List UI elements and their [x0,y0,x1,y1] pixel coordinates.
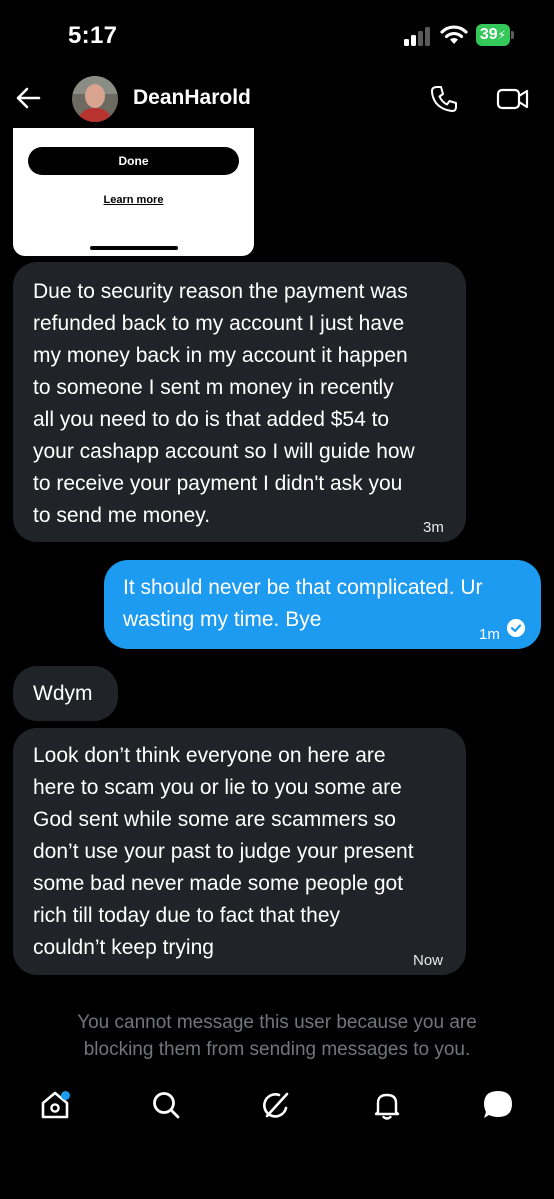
nav-grok[interactable] [246,1075,306,1135]
status-time: 5:17 [68,22,118,49]
phone-icon[interactable] [428,83,460,115]
search-icon [153,1092,180,1119]
shared-media-card[interactable]: Done Learn more [13,128,254,256]
avatar[interactable] [72,76,118,122]
battery-tip [511,31,514,39]
cellular-signal-icon [404,26,434,46]
nav-messages[interactable] [468,1075,528,1135]
message-text: Look don’t think everyone on here are he… [33,744,414,959]
battery-indicator: 39⚡︎ [476,24,510,46]
bell-icon [374,1093,400,1120]
bottom-navigation [0,1075,554,1199]
grok-icon [263,1092,289,1118]
message-text: Due to security reason the payment was r… [33,280,415,527]
contact-name[interactable]: DeanHarold [133,86,251,110]
message-bubble-incoming[interactable]: Look don’t think everyone on here are he… [13,728,466,975]
wifi-icon [440,25,468,44]
message-timestamp: 1m [479,626,500,643]
message-timestamp: Now [413,952,444,969]
nav-home[interactable] [25,1075,85,1135]
done-button[interactable]: Done [28,147,239,175]
nav-search[interactable] [136,1075,196,1135]
status-bar: 5:17 39⚡︎ [0,0,554,72]
message-timestamp: 3m [423,519,444,536]
read-receipt-check-icon [507,619,525,637]
message-text: Wdym [33,682,93,705]
message-bubble-incoming[interactable]: Wdym [13,666,118,721]
blocked-notice: You cannot message this user because you… [77,1012,477,1060]
nav-notifications[interactable] [357,1075,417,1135]
conversation-header: DeanHarold [0,72,554,128]
learn-more-link[interactable]: Learn more [13,194,254,206]
video-camera-icon[interactable] [496,85,530,113]
notification-dot [61,1091,70,1100]
arrow-left-icon[interactable] [14,84,42,112]
chat-bubble-icon [484,1091,512,1118]
message-bubble-incoming[interactable]: Due to security reason the payment was r… [13,262,466,542]
home-indicator [90,246,178,250]
message-bubble-outgoing[interactable]: It should never be that complicated. Ur … [104,560,541,649]
message-text: It should never be that complicated. Ur … [123,576,483,631]
